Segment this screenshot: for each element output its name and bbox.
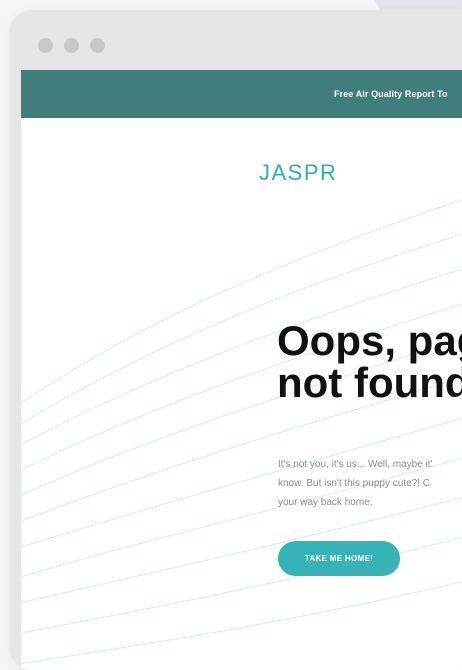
promo-bar[interactable]: Free Air Quality Report To [21,70,462,118]
error-message-line-1: It's not you, it's us... Well, maybe it' [278,459,433,470]
error-message: It's not you, it's us... Well, maybe it'… [278,455,462,512]
page-title-line-1: Oops, pag [277,317,462,364]
error-message-line-3: your way back home. [278,497,373,508]
window-control-dot[interactable] [38,38,53,53]
jaspr-logo[interactable]: JASPR [259,160,337,186]
window-control-dot[interactable] [64,38,79,53]
browser-titlebar [10,10,462,70]
window-control-dot[interactable] [90,38,105,53]
take-me-home-button[interactable]: TAKE ME HOME! [278,541,400,576]
browser-window: Free Air Quality Report To JASPR Oops, p… [10,10,462,670]
page-viewport: Free Air Quality Report To JASPR Oops, p… [21,70,462,670]
error-message-line-2: know. But isn't this puppy cute?! C [278,478,430,489]
page-title: Oops, pag not found [277,320,462,404]
promo-text[interactable]: Free Air Quality Report To [334,89,448,99]
page-title-line-2: not found [277,359,462,406]
